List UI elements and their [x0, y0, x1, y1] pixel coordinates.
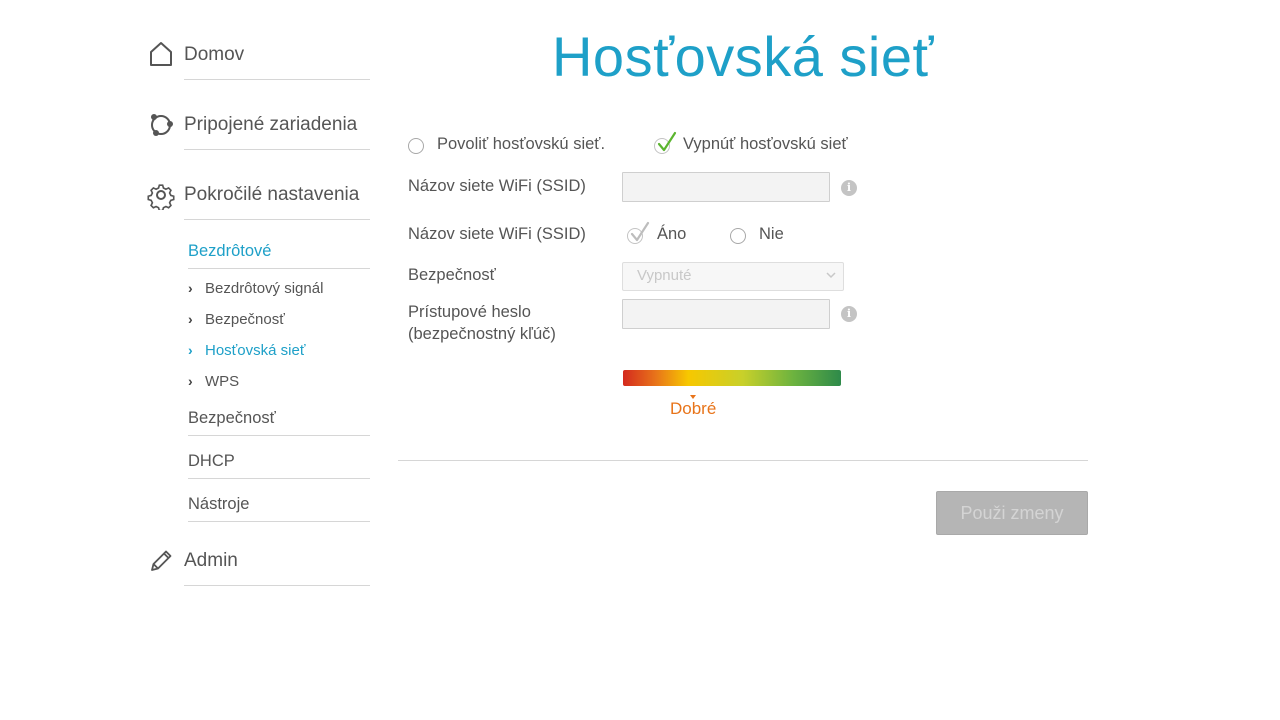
nav-wireless-security-label: Bezpečnosť [205, 311, 285, 328]
nav-divider [184, 79, 370, 80]
check-icon [657, 131, 677, 152]
security-label: Bezpečnosť [408, 266, 496, 284]
chevron-right-icon: › [188, 280, 193, 296]
ssid-label: Názov siete WiFi (SSID) [408, 177, 586, 195]
nav-section-tools-label: Nástroje [188, 495, 250, 513]
home-icon [150, 42, 172, 66]
nav-section-wireless[interactable]: Bezdrôtové [188, 239, 370, 269]
router-settings-page: Domov Pripojené zariadenia Pokročilé nas… [0, 0, 1280, 720]
disable-guest-network-radio[interactable] [654, 131, 677, 154]
info-icon[interactable]: i [841, 306, 857, 322]
security-select[interactable]: Vypnuté [622, 262, 844, 291]
ssid-broadcast-label: Názov siete WiFi (SSID) [408, 225, 586, 243]
enable-guest-network-label[interactable]: Povoliť hosťovskú sieť. [437, 135, 605, 154]
nav-divider [184, 585, 370, 586]
nav-section-tools[interactable]: Nástroje [188, 492, 370, 522]
nav-section-wireless-label: Bezdrôtové [188, 242, 272, 260]
nav-home-label: Domov [184, 44, 245, 65]
nav-admin-label: Admin [184, 550, 238, 571]
nav-wireless-security[interactable]: › Bezpečnosť [188, 309, 370, 333]
nav-divider [184, 149, 370, 150]
ssid-broadcast-no-label[interactable]: Nie [759, 225, 784, 244]
nav-advanced-settings-label: Pokročilé nastavenia [184, 184, 360, 205]
nav-wps[interactable]: › WPS [188, 371, 370, 395]
nav-advanced-settings[interactable]: Pokročilé nastavenia [146, 180, 370, 220]
password-label-hint: (bezpečnostný kľúč) [408, 325, 556, 343]
pencil-icon [151, 550, 172, 571]
nav-connected-devices[interactable]: Pripojené zariadenia [146, 110, 370, 150]
nav-divider [188, 478, 370, 479]
password-label: Prístupové heslo [408, 303, 531, 321]
ssid-broadcast-yes-radio[interactable] [627, 221, 650, 244]
devices-icon [151, 114, 173, 136]
nav-wps-label: WPS [205, 373, 240, 390]
gear-icon [147, 184, 175, 210]
nav-section-dhcp-label: DHCP [188, 452, 235, 470]
chevron-right-icon: › [188, 311, 193, 327]
security-select-value: Vypnuté [637, 267, 692, 284]
nav-home[interactable]: Domov [146, 40, 370, 80]
chevron-down-icon [826, 272, 836, 279]
chevron-right-icon: › [188, 373, 193, 389]
chevron-right-icon: › [188, 342, 193, 358]
nav-divider [184, 219, 370, 220]
nav-divider [188, 268, 370, 269]
nav-connected-devices-label: Pripojené zariadenia [184, 114, 358, 135]
nav-section-security[interactable]: Bezpečnosť [188, 406, 370, 436]
password-strength-label: Dobré [670, 399, 717, 418]
nav-section-dhcp[interactable]: DHCP [188, 449, 370, 479]
password-strength-bar [623, 370, 841, 386]
disable-guest-network-label[interactable]: Vypnúť hosťovskú sieť [683, 135, 848, 154]
nav-wireless-signal[interactable]: › Bezdrôtový signál [188, 278, 370, 302]
check-icon [630, 221, 650, 242]
nav-divider [188, 435, 370, 436]
ssid-input[interactable] [622, 172, 830, 202]
form-divider [398, 460, 1088, 461]
ssid-broadcast-yes-label[interactable]: Áno [657, 225, 686, 244]
nav-admin[interactable]: Admin [146, 546, 370, 586]
nav-guest-network[interactable]: › Hosťovská sieť [188, 340, 370, 364]
apply-changes-button[interactable]: Použi zmeny [936, 491, 1088, 535]
sidebar: Domov Pripojené zariadenia Pokročilé nas… [0, 0, 380, 720]
page-title: Hosťovská sieť [551, 25, 935, 88]
enable-guest-network-radio[interactable] [408, 138, 424, 154]
nav-guest-network-label: Hosťovská sieť [205, 342, 306, 359]
nav-divider [188, 521, 370, 522]
password-input[interactable] [622, 299, 830, 329]
ssid-broadcast-no-radio[interactable] [730, 228, 746, 244]
nav-wireless-signal-label: Bezdrôtový signál [205, 280, 324, 297]
info-icon[interactable]: i [841, 180, 857, 196]
nav-section-security-label: Bezpečnosť [188, 409, 276, 427]
